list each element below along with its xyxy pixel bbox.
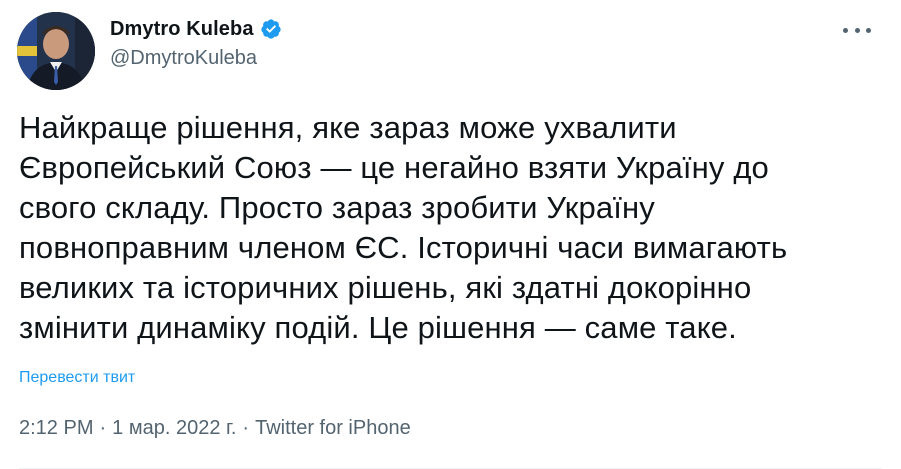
tweet-metadata: 2:12 PM · 1 мар. 2022 г. · Twitter for i… bbox=[19, 417, 411, 440]
person-avatar-icon bbox=[17, 12, 95, 90]
separator: · bbox=[99, 417, 107, 439]
author-block: Dmytro Kuleba @DmytroKuleba bbox=[110, 14, 282, 70]
verified-badge-icon bbox=[260, 18, 282, 40]
tweet-source[interactable]: Twitter for iPhone bbox=[255, 417, 411, 440]
translate-link[interactable]: Перевести твит bbox=[19, 369, 135, 387]
dot bbox=[854, 27, 860, 33]
dot bbox=[866, 27, 871, 33]
tweet-card: Dmytro Kuleba @DmytroKuleba Найкраще ріш… bbox=[0, 0, 901, 469]
display-name[interactable]: Dmytro Kuleba bbox=[110, 18, 254, 41]
tweet-text: Найкраще рішення, яке зараз може ухвалит… bbox=[19, 110, 788, 345]
tweet-date[interactable]: 1 мар. 2022 г. bbox=[112, 417, 236, 440]
handle[interactable]: @DmytroKuleba bbox=[110, 47, 282, 70]
tweet-time[interactable]: 2:12 PM bbox=[19, 417, 93, 440]
more-horizontal-icon[interactable] bbox=[843, 20, 871, 40]
avatar[interactable] bbox=[17, 12, 95, 90]
separator: · bbox=[242, 417, 250, 439]
name-row: Dmytro Kuleba bbox=[110, 14, 282, 44]
dot bbox=[843, 27, 848, 33]
